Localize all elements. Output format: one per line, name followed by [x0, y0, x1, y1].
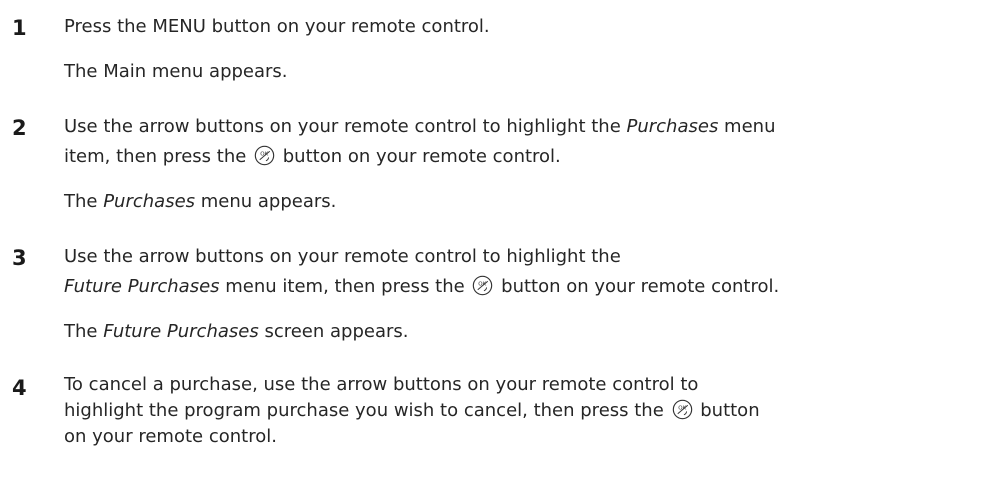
- menu-item-name: Future Purchases: [64, 276, 220, 297]
- screen-name: Future Purchases: [103, 321, 259, 342]
- instruction-text: on your remote control.: [64, 426, 277, 447]
- instruction-text: button on your remote control.: [277, 146, 561, 167]
- result-text: The Main menu appears.: [64, 61, 288, 82]
- menu-item-name: Purchases: [103, 191, 196, 212]
- instruction-text: highlight the program purchase you wish …: [64, 400, 670, 421]
- svg-text:OK: OK: [260, 151, 268, 157]
- instruction-text: menu item, then press the: [219, 276, 471, 297]
- step-number: 1: [12, 16, 27, 40]
- step-instruction: Use the arrow buttons on your remote con…: [64, 112, 974, 172]
- step-instruction: Use the arrow buttons on your remote con…: [64, 242, 974, 302]
- result-text: screen appears.: [258, 321, 409, 342]
- result-prefix: The: [64, 321, 104, 342]
- step-instruction: To cancel a purchase, use the arrow butt…: [64, 372, 974, 450]
- instruction-text: Use the arrow buttons on your remote con…: [64, 116, 627, 137]
- step-number: 4: [12, 376, 27, 400]
- instruction-text: Use the arrow buttons on your remote con…: [64, 246, 621, 267]
- ok-button-icon: OK: [254, 145, 275, 166]
- instruction-text: menu: [718, 116, 776, 137]
- step-2-result: The Purchases menu appears.: [64, 187, 974, 217]
- menu-item-name: Purchases: [626, 116, 719, 137]
- result-text: menu appears.: [195, 191, 337, 212]
- instruction-text: Press the MENU button on your remote con…: [64, 16, 490, 37]
- instruction-text: button on your remote control.: [495, 276, 780, 297]
- svg-text:OK: OK: [678, 405, 686, 411]
- ok-button-icon: OK: [672, 399, 692, 420]
- ok-button-icon: OK: [473, 275, 493, 296]
- instruction-text: To cancel a purchase, use the arrow butt…: [64, 374, 699, 395]
- step-number: 2: [12, 116, 27, 140]
- step-instruction: Press the MENU button on your remote con…: [64, 12, 974, 42]
- result-prefix: The: [64, 191, 104, 212]
- step-3-result: The Future Purchases screen appears.: [64, 317, 974, 347]
- step-1-result: The Main menu appears.: [64, 57, 974, 87]
- instruction-text: item, then press the: [64, 146, 253, 167]
- instruction-text: button: [694, 400, 760, 421]
- step-number: 3: [12, 246, 27, 270]
- svg-text:OK: OK: [479, 281, 487, 287]
